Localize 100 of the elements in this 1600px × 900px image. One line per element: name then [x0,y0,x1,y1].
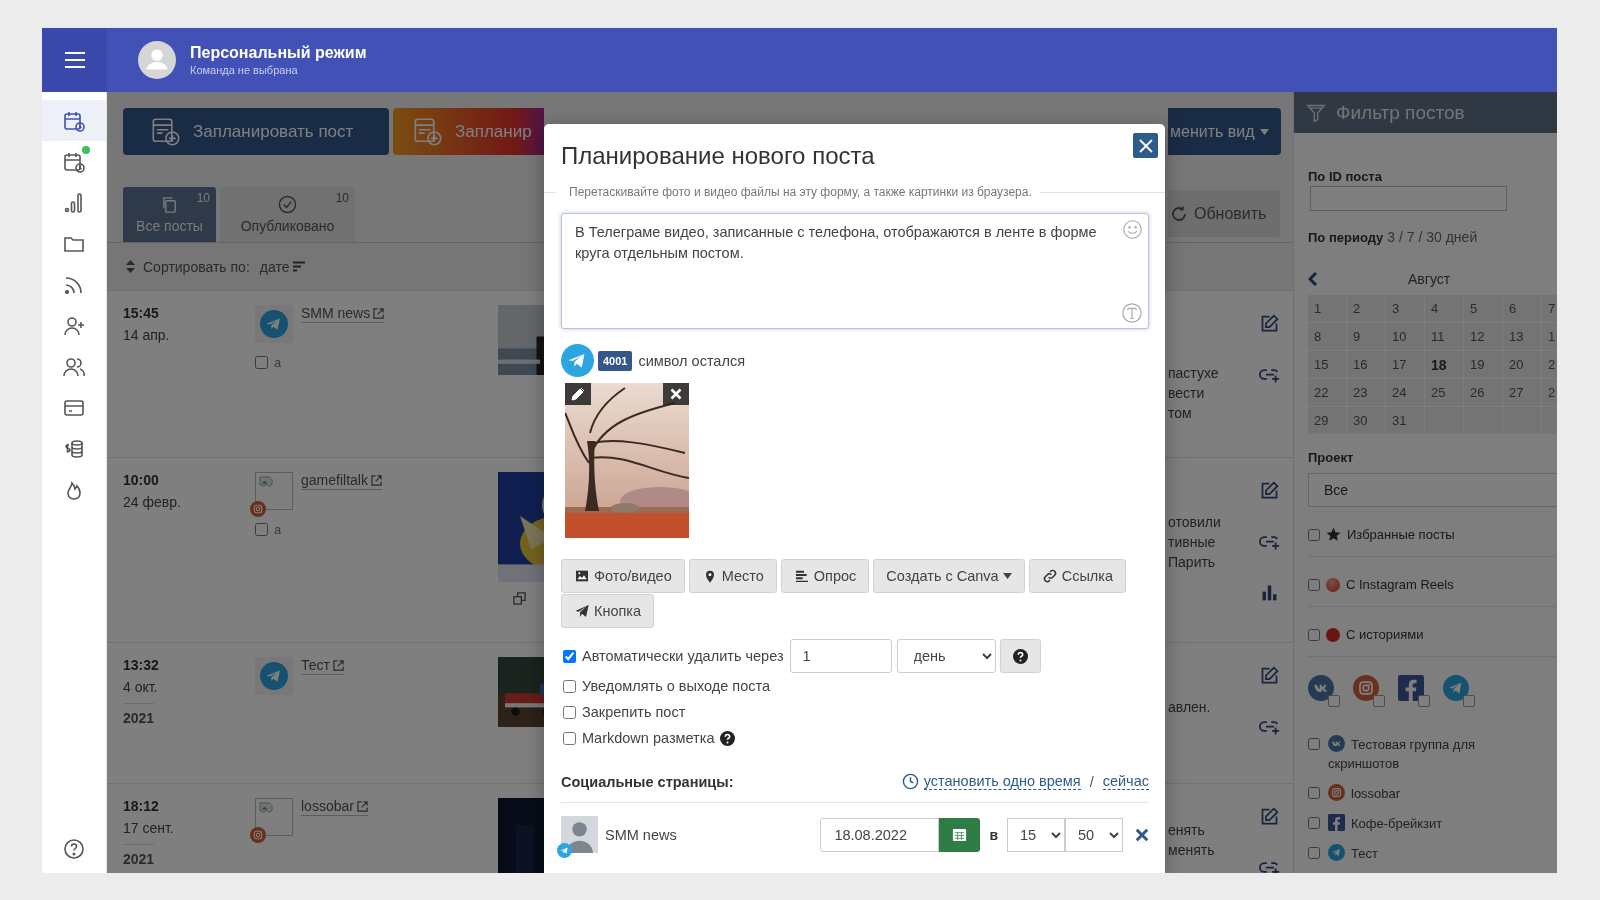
checkbox[interactable] [563,649,576,663]
calendar-day[interactable]: 19 [1464,351,1502,378]
calendar-day[interactable]: 30 [1347,407,1385,434]
account-link[interactable]: lossobar [1328,784,1401,803]
change-view-button[interactable]: менить вид [1168,108,1281,155]
attach-button[interactable]: Кнопка [561,594,655,628]
calendar-day[interactable]: 1 [1542,323,1557,350]
calendar-day[interactable]: 18 [1425,351,1463,378]
date-field[interactable]: 18.08.2022 [820,817,940,852]
checkbox[interactable] [1308,847,1320,859]
network-toggle[interactable] [1398,675,1430,707]
calendar-day[interactable]: 13 [1503,323,1541,350]
menu-button[interactable] [42,28,107,92]
period-options[interactable]: 3 / 7 / 30 дней [1387,229,1478,245]
checkbox[interactable] [563,705,576,719]
calendar-day[interactable]: 29 [1308,407,1346,434]
checkbox[interactable] [1308,578,1320,591]
calendar-button[interactable] [939,817,981,852]
checkbox[interactable] [1373,695,1385,707]
sidebar-item[interactable] [42,100,106,141]
calendar-day[interactable]: 2 [1542,351,1557,378]
sort-dropdown[interactable]: дате [259,258,305,275]
account-link[interactable]: Тест [301,657,344,675]
calendar-day[interactable]: 22 [1308,379,1346,406]
hour-select[interactable]: 15 [1007,817,1065,852]
external-link-icon [370,474,382,486]
calendar-day[interactable]: 12 [1464,323,1502,350]
delay-field[interactable]: 1 [789,639,892,673]
help-icon[interactable] [720,730,736,746]
calendar-day[interactable]: 2 [1542,379,1557,406]
attach-button[interactable]: Место [688,559,777,593]
calendar-day[interactable]: 10 [1386,323,1424,350]
calendar-day[interactable]: 23 [1347,379,1385,406]
calendar-day[interactable]: 31 [1386,407,1424,434]
calendar-day[interactable]: 8 [1308,323,1346,350]
set-time-link[interactable]: установить одно время [923,773,1081,790]
attach-button[interactable]: Опрос [780,559,870,593]
now-link[interactable]: сейчас [1102,773,1149,790]
tab[interactable]: 10 Все посты [123,187,216,242]
checkbox[interactable] [1418,695,1430,707]
checkbox[interactable] [1308,528,1320,541]
checkbox[interactable] [255,356,268,369]
calendar-day[interactable]: 1 [1308,295,1346,322]
checkbox[interactable] [1308,738,1320,750]
avatar-icon[interactable] [138,41,176,79]
calendar-day[interactable]: 11 [1425,323,1463,350]
checkbox[interactable] [1308,817,1320,829]
calendar-day[interactable]: 4 [1425,295,1463,322]
checkbox[interactable] [1308,787,1320,799]
post-text-field[interactable]: В Телеграме видео, записанные с телефона, отображаются в ленте в форме круга отдельным постом. [561,213,1149,329]
calendar-day[interactable]: 27 [1503,379,1541,406]
field-label: По ID поста [1308,169,1382,184]
calendar-day[interactable]: 2 [1347,295,1385,322]
remove-icon[interactable] [1135,827,1149,842]
account-link[interactable]: Тестовая группа для скриншотов [1328,735,1548,773]
text-format-icon[interactable] [1121,302,1143,324]
checkbox[interactable] [255,523,268,536]
tab[interactable]: 10 Опубликовано [220,187,355,242]
schedule-post-button[interactable]: Запланировать пост [123,108,389,155]
project-select[interactable]: Все [1308,473,1557,507]
smiley-icon[interactable] [1122,219,1143,240]
calendar-day[interactable]: 26 [1464,379,1502,406]
attach-button[interactable]: Фото/видео [561,559,685,593]
edit-image-button[interactable] [565,383,591,405]
help-button[interactable] [999,639,1041,673]
minute-select[interactable]: 50 [1065,817,1123,852]
calendar-day[interactable]: 3 [1386,295,1424,322]
checkbox[interactable] [563,679,576,693]
calendar-day[interactable]: 5 [1464,295,1502,322]
calendar-day[interactable]: 6 [1503,295,1541,322]
post-id-field[interactable] [1310,186,1507,211]
account-link[interactable]: lossobar [301,798,368,816]
calendar-day[interactable]: 15 [1308,351,1346,378]
refresh-button[interactable]: Обновить [1168,190,1280,237]
account-link[interactable]: Тест [1328,844,1378,863]
calendar-day[interactable]: 25 [1425,379,1463,406]
canva-dropdown-button[interactable]: Создать с Canva [873,559,1025,593]
calendar-day[interactable]: 9 [1347,323,1385,350]
copy-icon [160,195,179,214]
account-link[interactable]: gamefiltalk [301,472,382,490]
calendar-day[interactable]: 24 [1386,379,1424,406]
network-toggle[interactable] [1308,675,1340,707]
account-link[interactable]: SMM news [301,305,385,323]
schedule-post-button[interactable]: Запланир [393,108,544,155]
network-toggle[interactable] [1443,675,1475,707]
calendar-day[interactable]: 16 [1347,351,1385,378]
chevron-left-icon[interactable] [1308,272,1318,286]
checkbox[interactable] [1308,628,1320,641]
remove-image-button[interactable] [663,383,689,405]
checkbox[interactable] [563,731,576,745]
account-link[interactable]: Кофе-брейкзит [1328,814,1443,833]
unit-select[interactable]: день [896,639,996,673]
network-toggle[interactable] [1353,675,1385,707]
calendar-day[interactable]: 17 [1386,351,1424,378]
close-button[interactable] [1133,133,1158,158]
calendar-day[interactable]: 20 [1503,351,1541,378]
checkbox[interactable] [1328,695,1340,707]
attach-button[interactable]: Ссылка [1028,559,1127,593]
checkbox[interactable] [1463,695,1475,707]
calendar-day[interactable]: 7 [1542,295,1557,322]
